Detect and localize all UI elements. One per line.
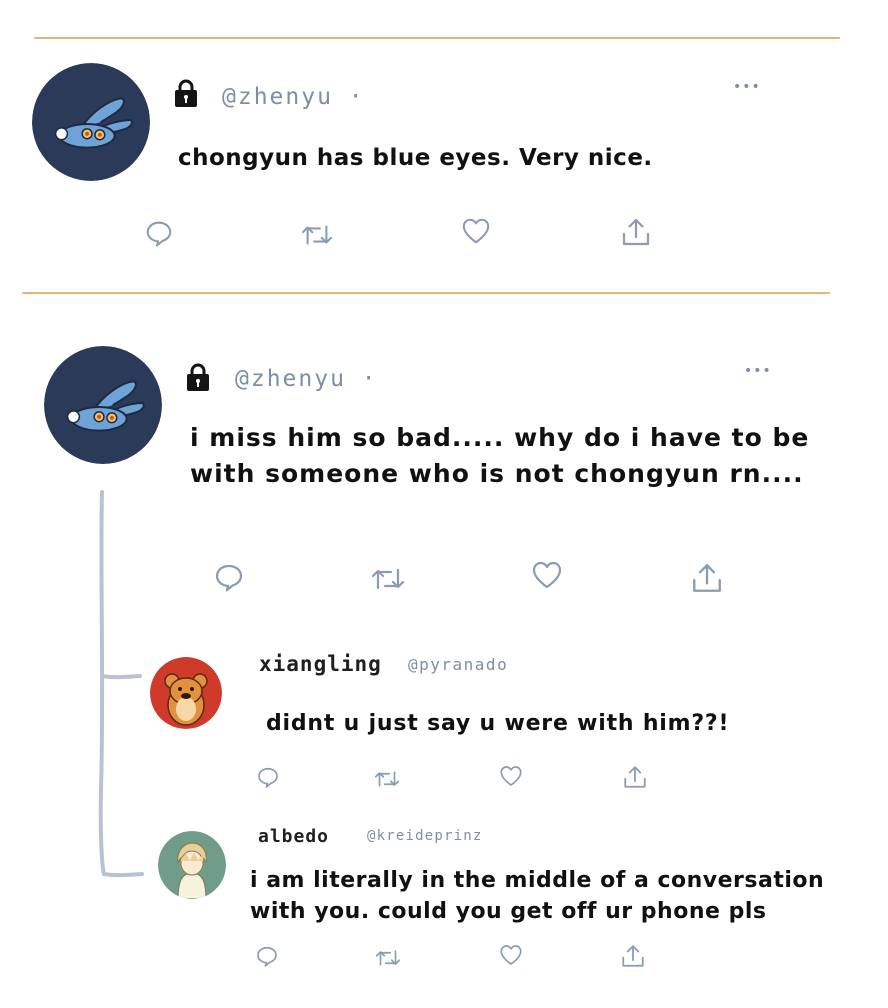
like-icon[interactable] <box>498 943 524 967</box>
bunny-avatar-icon <box>44 346 162 464</box>
reply-username[interactable]: xiangling <box>259 652 382 676</box>
user-handle[interactable]: @zhenyu · <box>222 84 365 110</box>
more-options-icon[interactable]: ••• <box>744 364 772 378</box>
reply-icon[interactable] <box>213 561 245 593</box>
retweet-icon[interactable] <box>369 563 407 595</box>
lock-icon <box>185 362 211 392</box>
albedo-avatar-icon <box>158 831 226 899</box>
reply-icon[interactable] <box>256 765 280 789</box>
reply-icon[interactable] <box>144 218 174 248</box>
post-text: chongyun has blue eyes. Very nice. <box>178 145 653 171</box>
share-icon[interactable] <box>622 764 648 790</box>
like-icon[interactable] <box>498 764 524 788</box>
like-icon[interactable] <box>530 559 564 591</box>
share-icon[interactable] <box>689 561 725 595</box>
avatar[interactable] <box>158 831 226 899</box>
avatar[interactable] <box>150 657 222 729</box>
avatar[interactable] <box>44 346 162 464</box>
reply-handle[interactable]: @pyranado <box>408 655 508 674</box>
guoba-avatar-icon <box>150 657 222 729</box>
share-icon[interactable] <box>620 943 646 969</box>
reply-text-line-2: with you. could you get off ur phone pls <box>250 899 767 924</box>
more-options-icon[interactable]: ••• <box>733 80 761 94</box>
reply-icon[interactable] <box>255 944 279 968</box>
lock-icon <box>173 78 199 108</box>
reply-text: didnt u just say u were with him??! <box>266 711 730 736</box>
reply-handle[interactable]: @kreideprinz <box>367 828 483 844</box>
divider <box>22 292 830 294</box>
retweet-icon[interactable] <box>299 220 335 250</box>
post-text-line-1: i miss him so bad..... why do i have to … <box>190 423 810 452</box>
reply-username[interactable]: albedo <box>258 826 329 847</box>
divider <box>34 37 840 39</box>
retweet-icon[interactable] <box>372 767 402 791</box>
avatar[interactable] <box>32 63 150 181</box>
like-icon[interactable] <box>460 216 492 246</box>
bunny-avatar-icon <box>32 63 150 181</box>
reply-text-line-1: i am literally in the middle of a conver… <box>250 868 825 893</box>
post-text-line-2: with someone who is not chongyun rn.... <box>190 459 804 488</box>
retweet-icon[interactable] <box>373 946 403 970</box>
share-icon[interactable] <box>619 216 653 248</box>
user-handle[interactable]: @zhenyu · <box>235 366 378 392</box>
thread-connector-line <box>98 490 144 878</box>
